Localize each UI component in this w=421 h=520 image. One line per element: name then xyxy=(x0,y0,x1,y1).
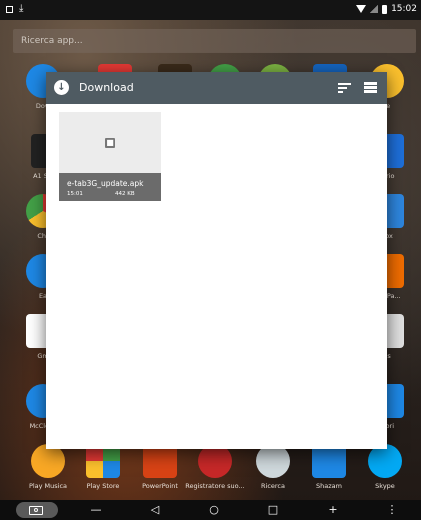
download-dialog: ↓ Download ■ e-tab3G_update.apk 15:01 44… xyxy=(46,72,387,449)
signal-icon xyxy=(370,5,379,13)
dock-app[interactable]: Registratore suo... xyxy=(185,444,245,490)
screenshot-icon xyxy=(6,5,13,13)
battery-icon xyxy=(382,4,388,14)
home-icon[interactable]: ○ xyxy=(202,500,226,520)
dialog-header: ↓ Download xyxy=(46,72,387,104)
minus-icon[interactable]: — xyxy=(84,500,108,520)
search-input[interactable]: Ricerca app... xyxy=(13,29,416,53)
file-meta: e-tab3G_update.apk 15:01 442 KB xyxy=(59,173,161,201)
magnifier-icon xyxy=(256,444,290,478)
file-thumbnail: ■ xyxy=(59,112,161,173)
camera-lens-icon xyxy=(34,508,38,512)
dock-app[interactable]: Play Store xyxy=(73,444,133,490)
powerpoint-icon xyxy=(143,444,177,478)
status-bar: ⤓ 15:02 xyxy=(0,0,421,20)
download-icon: ⤓ xyxy=(19,3,24,14)
dock-app[interactable]: Shazam xyxy=(299,444,359,490)
file-size: 442 KB xyxy=(115,191,135,197)
dock-app[interactable]: PowerPoint xyxy=(130,444,190,490)
navigation-bar: — ◁ ○ □ + ⋮ xyxy=(0,500,421,520)
screenshot-button[interactable] xyxy=(16,502,58,518)
dialog-title: Download xyxy=(79,81,134,94)
wifi-icon xyxy=(356,5,367,13)
microphone-icon xyxy=(198,444,232,478)
play-store-icon xyxy=(86,444,120,478)
download-icon: ↓ xyxy=(54,80,69,95)
list-view-icon[interactable] xyxy=(364,82,377,94)
file-item[interactable]: ■ e-tab3G_update.apk 15:01 442 KB xyxy=(59,112,161,201)
headphones-icon xyxy=(31,444,65,478)
more-icon[interactable]: ⋮ xyxy=(380,500,404,520)
dock-app[interactable]: Skype xyxy=(355,444,415,490)
sort-icon[interactable] xyxy=(338,83,351,93)
recents-icon[interactable]: □ xyxy=(261,500,285,520)
skype-icon xyxy=(368,444,402,478)
apk-file-icon: ■ xyxy=(105,138,115,148)
file-time: 15:01 xyxy=(67,191,83,197)
plus-icon[interactable]: + xyxy=(321,500,345,520)
dock-app[interactable]: Ricerca xyxy=(243,444,303,490)
dock-app[interactable]: Play Musica xyxy=(18,444,78,490)
back-icon[interactable]: ◁ xyxy=(143,500,167,520)
status-time: 15:02 xyxy=(391,4,417,14)
file-name: e-tab3G_update.apk xyxy=(67,179,144,188)
shazam-icon xyxy=(312,444,346,478)
